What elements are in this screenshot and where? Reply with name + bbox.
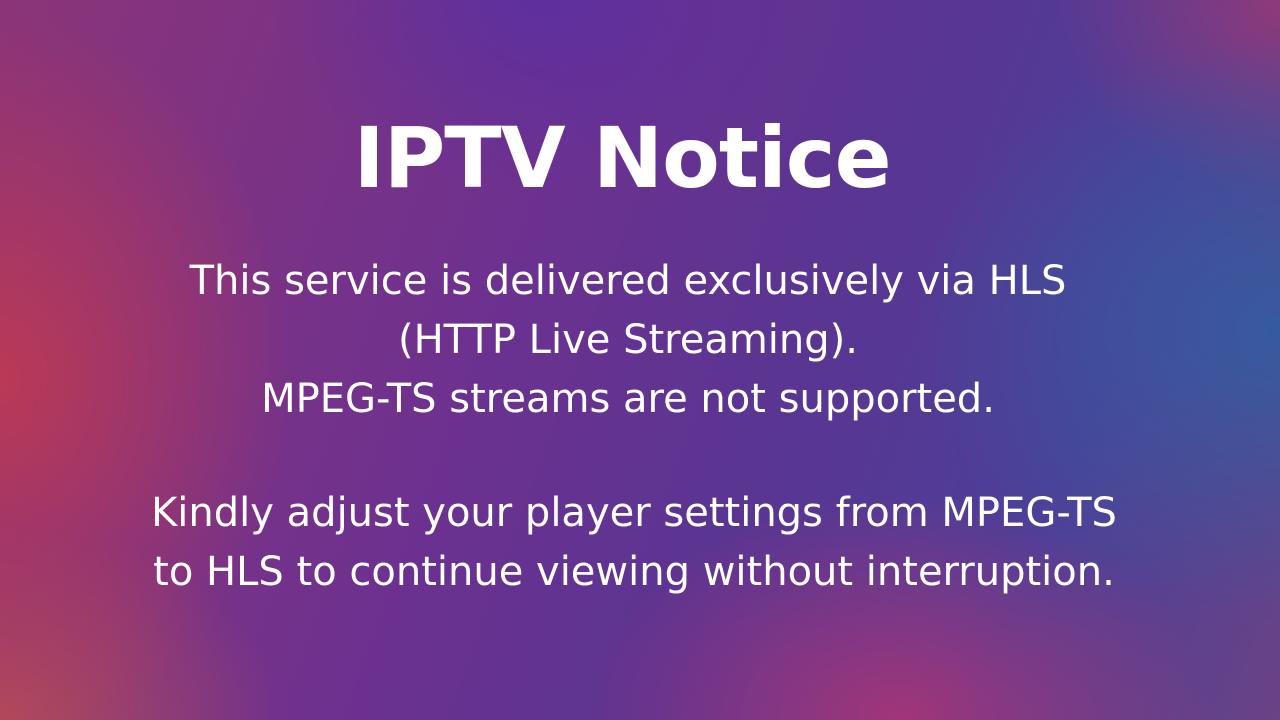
- notice-instruction: Kindly adjust your player settings from …: [0, 484, 1268, 602]
- instruction-line: to HLS to continue viewing without inter…: [153, 549, 1115, 595]
- message-line: MPEG-TS streams are not supported.: [261, 376, 995, 422]
- message-line: This service is delivered exclusively vi…: [189, 258, 1067, 304]
- notice-screen: IPTV Notice This service is delivered ex…: [0, 0, 1280, 720]
- message-line: (HTTP Live Streaming).: [398, 317, 858, 363]
- instruction-line: Kindly adjust your player settings from …: [151, 490, 1117, 536]
- notice-title: IPTV Notice: [353, 109, 891, 207]
- notice-message: This service is delivered exclusively vi…: [0, 252, 1256, 429]
